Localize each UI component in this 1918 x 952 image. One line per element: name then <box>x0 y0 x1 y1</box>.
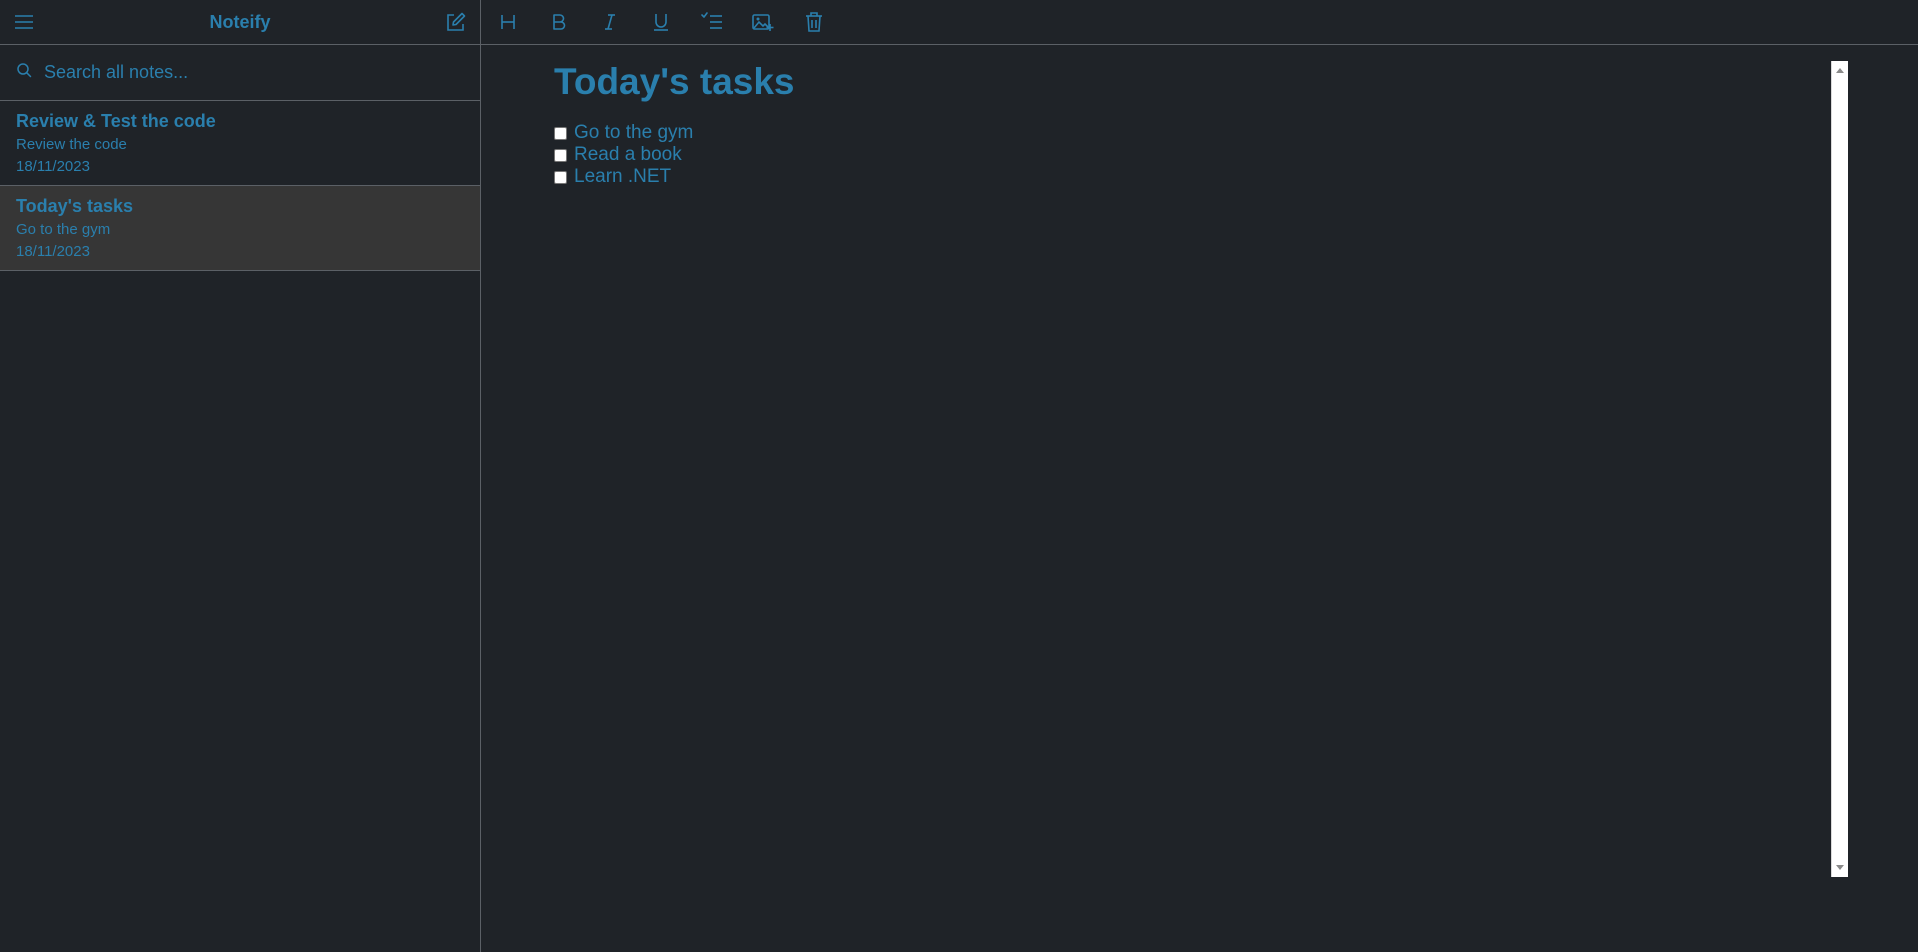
note-date: 18/11/2023 <box>16 243 90 260</box>
task-item: Go to the gym <box>554 122 1838 144</box>
bold-icon[interactable] <box>538 4 579 40</box>
trash-icon[interactable] <box>793 4 834 40</box>
checklist-icon[interactable] <box>691 4 732 40</box>
task-list: Go to the gym Read a book Learn .NET <box>554 122 1838 188</box>
heading-icon[interactable] <box>487 4 528 40</box>
task-checkbox[interactable] <box>554 148 567 162</box>
note-preview: Go to the gym <box>16 221 111 238</box>
editor-pane: Today's tasks Go to the gym Read a book … <box>481 0 1918 952</box>
task-label[interactable]: Read a book <box>574 144 682 166</box>
task-label[interactable]: Go to the gym <box>574 122 693 144</box>
note-preview: Review the code <box>16 136 127 153</box>
sidebar: Noteify Review & Test the code Review th <box>0 0 481 952</box>
note-title: Today's tasks <box>16 196 133 216</box>
sidebar-header: Noteify <box>0 0 480 45</box>
new-note-icon[interactable] <box>442 8 470 36</box>
app-window: Noteify Review & Test the code Review th <box>0 0 1918 952</box>
editor-scrollbar[interactable] <box>1831 61 1848 877</box>
scroll-down-arrow-icon[interactable] <box>1832 861 1848 875</box>
note-list-item-active[interactable]: Today's tasks Go to the gym 18/11/2023 <box>0 186 480 271</box>
underline-icon[interactable] <box>640 4 681 40</box>
task-checkbox[interactable] <box>554 170 567 184</box>
search-input[interactable] <box>42 61 464 84</box>
task-checkbox[interactable] <box>554 126 567 140</box>
formatting-toolbar <box>481 0 1918 45</box>
task-label[interactable]: Learn .NET <box>574 166 671 188</box>
add-image-icon[interactable] <box>742 4 783 40</box>
task-item: Learn .NET <box>554 166 1838 188</box>
task-item: Read a book <box>554 144 1838 166</box>
scroll-up-arrow-icon[interactable] <box>1832 63 1848 77</box>
italic-icon[interactable] <box>589 4 630 40</box>
note-title: Review & Test the code <box>16 111 216 131</box>
search-icon <box>16 62 32 83</box>
note-heading[interactable]: Today's tasks <box>554 60 1838 104</box>
search-bar <box>0 45 480 101</box>
note-date: 18/11/2023 <box>16 158 90 175</box>
app-title: Noteify <box>209 11 271 32</box>
note-editor-content[interactable]: Today's tasks Go to the gym Read a book … <box>554 60 1838 204</box>
note-list: Review & Test the code Review the code 1… <box>0 101 480 271</box>
hamburger-menu-icon[interactable] <box>10 8 38 36</box>
note-list-item[interactable]: Review & Test the code Review the code 1… <box>0 101 480 186</box>
